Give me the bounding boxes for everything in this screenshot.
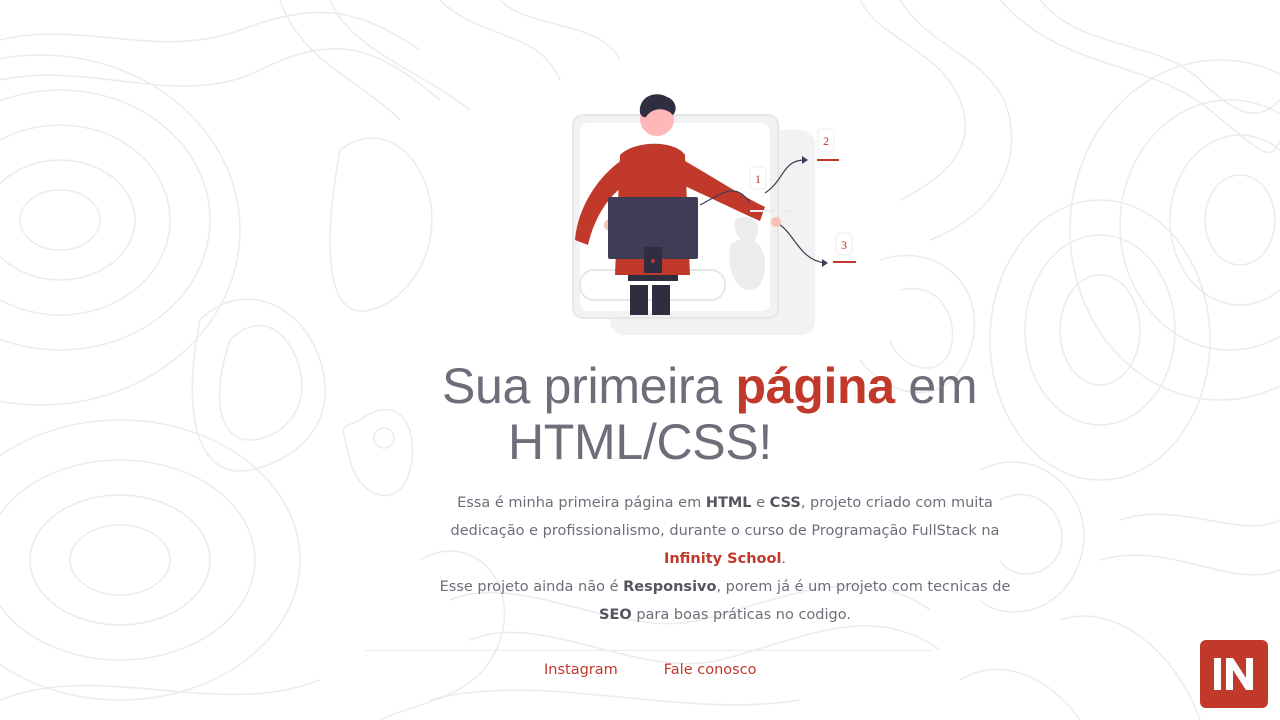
contact-link[interactable]: Fale conosco [648, 662, 757, 678]
highlight-seo: SEO [599, 607, 632, 623]
title-text-1: Sua primeira [442, 358, 736, 414]
description-text: e [751, 495, 770, 511]
page-title: Sua primeira página em HTML/CSS! [390, 358, 978, 470]
highlight-css: CSS [769, 495, 801, 511]
highlight-school: Infinity School [663, 551, 782, 567]
highlight-html: HTML [705, 495, 752, 511]
description-text: para boas práticas no codigo. [631, 607, 851, 623]
step-label-3: 3 [841, 238, 847, 252]
logo-in-icon [1214, 658, 1253, 690]
description-text: Essa é minha primeira página em [457, 495, 706, 511]
step-label-2: 2 [823, 134, 829, 148]
page: 1 2 3 Sua primeira página em HTML/CSS! E… [0, 0, 1280, 720]
title-line-2: HTML/CSS! [508, 414, 772, 470]
footer-nav: Instagram Fale conosco [528, 662, 757, 678]
title-accent: página [735, 358, 895, 414]
footer-divider [365, 650, 932, 651]
hero-illustration: 1 2 3 [572, 94, 856, 335]
instagram-link[interactable]: Instagram [528, 662, 618, 678]
description-text: , porem já é um projeto com tecnicas de [716, 579, 1011, 595]
step-label-1: 1 [755, 172, 761, 186]
infinity-school-logo[interactable] [1200, 640, 1268, 708]
highlight-responsive: Responsivo [623, 579, 717, 595]
title-text-2: em [894, 358, 978, 414]
description-paragraph-2: Esse projeto ainda não é Responsivo, por… [430, 573, 1020, 629]
description-text: . [781, 551, 787, 567]
description-text: Esse projeto ainda não é [439, 579, 624, 595]
description-paragraph-1: Essa é minha primeira página em HTML e C… [430, 489, 1020, 573]
